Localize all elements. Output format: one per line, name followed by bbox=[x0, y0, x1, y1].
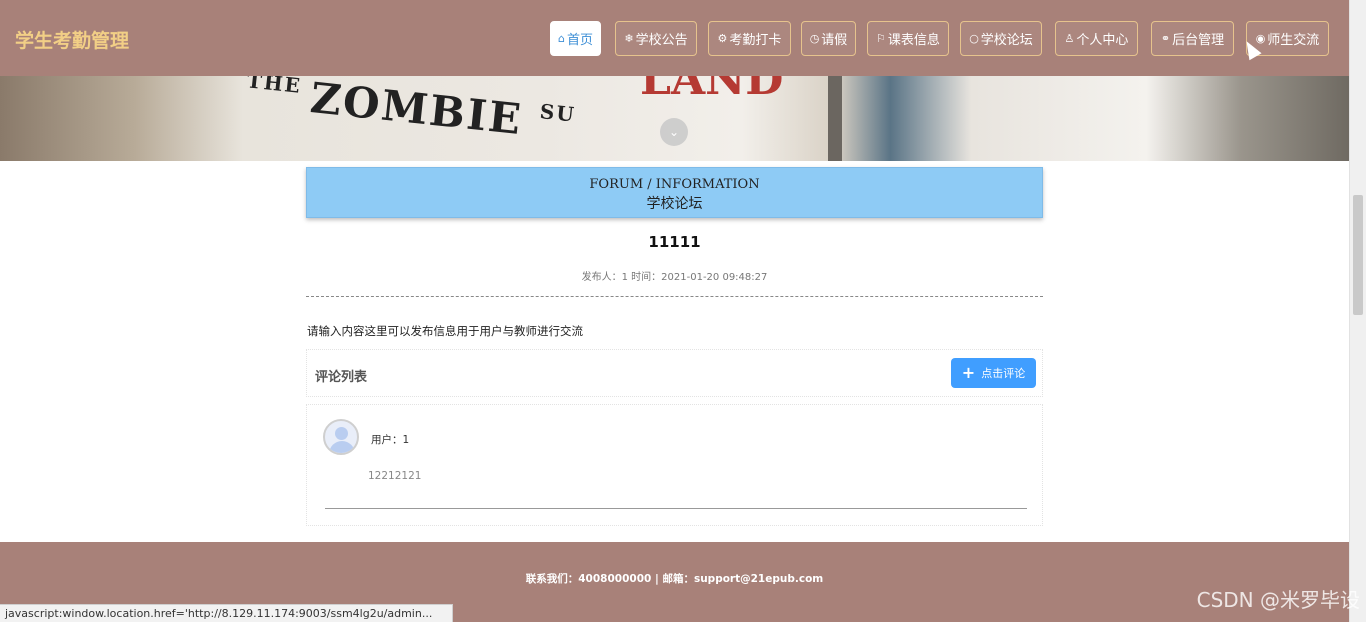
banner-pen bbox=[828, 76, 842, 161]
chat-icon: ○ bbox=[969, 32, 979, 45]
section-title-cn: 学校论坛 bbox=[646, 196, 703, 212]
banner-book-red: LAND bbox=[640, 76, 784, 105]
nav-leave[interactable]: ◷ 请假 bbox=[801, 21, 856, 56]
divider bbox=[325, 508, 1027, 509]
nav-timetable[interactable]: ⚐ 课表信息 bbox=[867, 21, 949, 56]
nav-home[interactable]: ⌂ 首页 bbox=[550, 21, 601, 56]
comment-list-title: 评论列表 bbox=[315, 370, 368, 385]
add-comment-button[interactable]: + 点击评论 bbox=[951, 358, 1036, 388]
page-scrollbar[interactable] bbox=[1349, 0, 1366, 622]
nav-forum[interactable]: ○ 学校论坛 bbox=[960, 21, 1042, 56]
footer-contact: 联系我们：4008000000 | 邮箱：support@21epub.com bbox=[525, 573, 824, 585]
post-title: 11111 bbox=[648, 233, 701, 251]
home-icon: ⌂ bbox=[558, 32, 565, 45]
nav-admin[interactable]: ⚭ 后台管理 bbox=[1151, 21, 1234, 56]
nav-profile[interactable]: ♙ 个人中心 bbox=[1055, 21, 1138, 56]
add-comment-label: 点击评论 bbox=[981, 367, 1026, 380]
nav-label: 师生交流 bbox=[1267, 33, 1320, 48]
nav-label: 学校论坛 bbox=[980, 33, 1033, 48]
browser-status-bar: javascript:window.location.href='http://… bbox=[0, 604, 453, 622]
nav-label: 首页 bbox=[566, 33, 593, 48]
flag-icon: ⚐ bbox=[876, 32, 886, 45]
banner-book-title: THE ZOMBIE SU bbox=[245, 76, 577, 145]
nav-label: 个人中心 bbox=[1076, 33, 1129, 48]
gear-icon: ⚙ bbox=[717, 32, 728, 45]
nav-label: 请假 bbox=[821, 33, 848, 48]
section-header: FORUM / INFORMATION 学校论坛 bbox=[306, 167, 1043, 218]
top-header: 学生考勤管理 ⌂ 首页 ❄ 学校公告 ⚙ 考勤打卡 ◷ 请假 ⚐ 课表信息 ○ … bbox=[0, 0, 1349, 76]
nav-label: 考勤打卡 bbox=[729, 33, 782, 48]
site-title: 学生考勤管理 bbox=[15, 30, 130, 52]
link-icon: ⚭ bbox=[1160, 32, 1171, 45]
nav-label: 后台管理 bbox=[1172, 33, 1225, 48]
scrollbar-thumb[interactable] bbox=[1353, 195, 1363, 315]
comment-item: 用户：1 12212121 bbox=[306, 404, 1043, 526]
nav-attendance[interactable]: ⚙ 考勤打卡 bbox=[708, 21, 791, 56]
banner-image: LAND THE ZOMBIE SU ⌄ bbox=[0, 76, 1349, 161]
comment-list-header: 评论列表 + 点击评论 bbox=[306, 349, 1043, 397]
snowflake-icon: ❄ bbox=[624, 32, 634, 45]
post-content: 请输入内容这里可以发布信息用于用户与教师进行交流 bbox=[307, 324, 583, 338]
divider bbox=[306, 296, 1043, 297]
section-title-en: FORUM / INFORMATION bbox=[589, 177, 760, 192]
plus-icon: + bbox=[961, 363, 976, 382]
chevron-down-icon[interactable]: ⌄ bbox=[660, 118, 688, 146]
post-meta: 发布人：1 时间：2021-01-20 09:48:27 bbox=[581, 272, 768, 283]
globe-icon: ◉ bbox=[1255, 32, 1266, 45]
nav-label: 学校公告 bbox=[635, 33, 688, 48]
watermark: CSDN @米罗毕设 bbox=[1196, 588, 1360, 612]
avatar bbox=[323, 419, 359, 455]
comment-text: 12212121 bbox=[368, 470, 422, 482]
nav-label: 课表信息 bbox=[887, 33, 940, 48]
comment-user: 用户：1 bbox=[371, 434, 410, 446]
user-icon: ♙ bbox=[1064, 32, 1075, 45]
nav-announcements[interactable]: ❄ 学校公告 bbox=[615, 21, 697, 56]
clock-icon: ◷ bbox=[809, 32, 820, 45]
